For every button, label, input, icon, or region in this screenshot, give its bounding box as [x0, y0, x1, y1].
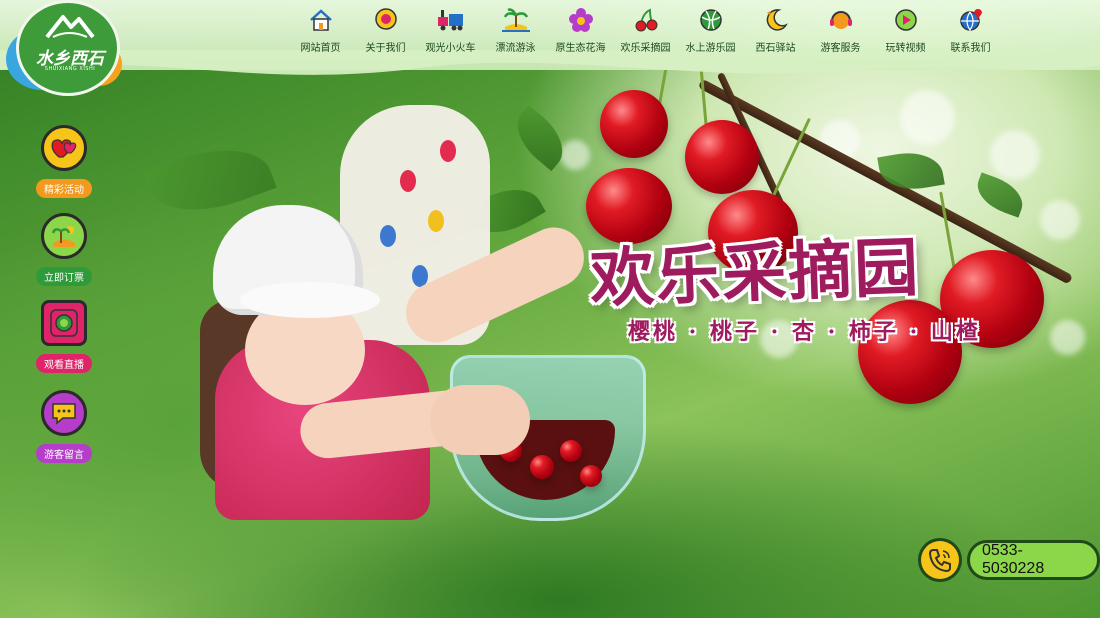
nav-label: 玩转视频 — [885, 43, 926, 54]
ball-icon — [696, 5, 726, 35]
bokeh-light — [990, 130, 1040, 180]
logo-subtext: SHUIXIANG XISHI — [44, 66, 96, 72]
nav-item-waterpark[interactable]: 水上游乐园 — [678, 0, 743, 60]
side-button-label: 精彩活动 — [36, 179, 92, 198]
globe-pin-icon — [956, 5, 986, 35]
phone-number[interactable]: 0533-5030228 — [966, 540, 1100, 580]
nav-item-train[interactable]: 观光小火车 — [418, 0, 483, 60]
dress-dot — [380, 225, 396, 247]
nav-label: 网站首页 — [300, 43, 341, 54]
nav-label: 欢乐采摘园 — [620, 43, 671, 54]
live-camera-icon — [41, 300, 87, 346]
side-button-label: 观看直播 — [36, 354, 92, 373]
train-icon — [436, 5, 466, 35]
bokeh-light — [900, 90, 955, 145]
nav-item-rafting[interactable]: 漂流游泳 — [483, 0, 548, 60]
play-icon — [891, 5, 921, 35]
side-button-label: 游客留言 — [36, 444, 92, 463]
side-button-activities[interactable]: 精彩活动 — [30, 125, 98, 198]
side-button-message[interactable]: 游客留言 — [30, 390, 98, 463]
nav-item-inn[interactable]: 西石驿站 — [743, 0, 808, 60]
moon-icon — [761, 5, 791, 35]
nav-label: 游客服务 — [820, 43, 861, 54]
girl-hat-brim — [240, 282, 380, 318]
nav-item-service[interactable]: 游客服务 — [808, 0, 873, 60]
side-button-tickets[interactable]: 立即订票 — [30, 213, 98, 286]
nav-label: 原生态花海 — [555, 43, 606, 54]
cherry-icon — [631, 5, 661, 35]
nav-item-about[interactable]: 关于我们 — [353, 0, 418, 60]
cherry — [600, 90, 668, 158]
home-icon — [306, 5, 336, 35]
nav-label: 联系我们 — [950, 43, 991, 54]
message-icon — [41, 390, 87, 436]
nav-label: 漂流游泳 — [495, 43, 536, 54]
phone-icon[interactable] — [918, 538, 962, 582]
nav-item-contact[interactable]: 联系我们 — [938, 0, 1003, 60]
nav-item-flowers[interactable]: 原生态花海 — [548, 0, 613, 60]
bokeh-light — [560, 140, 590, 170]
side-button-label: 立即订票 — [36, 267, 92, 286]
nav-label: 观光小火车 — [425, 43, 476, 54]
island-icon — [41, 213, 87, 259]
cherry — [685, 120, 759, 194]
bokeh-light — [1050, 320, 1085, 355]
hero-headline: 欢乐采摘园 — [588, 230, 922, 317]
cherry — [530, 455, 554, 479]
site-logo[interactable]: 水乡西石 SHUIXIANG XISHI — [6, 0, 122, 96]
chat-bubble-icon — [371, 5, 401, 35]
nav-label: 水上游乐园 — [685, 43, 736, 54]
bokeh-light — [1040, 200, 1080, 240]
side-button-live[interactable]: 观看直播 — [30, 300, 98, 373]
palm-island-icon — [501, 5, 531, 35]
cherry — [580, 465, 602, 487]
nav-item-picking[interactable]: 欢乐采摘园 — [613, 0, 678, 60]
hero-subline: 樱桃 · 桃子 · 杏 · 柿子 · 山楂 — [628, 319, 981, 345]
dress-dot — [440, 140, 456, 162]
dress-dot — [400, 170, 416, 192]
nav-item-video[interactable]: 玩转视频 — [873, 0, 938, 60]
phone-contact: 0533-5030228 — [918, 536, 1100, 584]
dress-dot — [428, 210, 444, 232]
hearts-icon — [41, 125, 87, 171]
main-nav: 网站首页 关于我们 观光小火车 漂流游泳 原生态花海 欢乐采摘园 水上游乐园 西… — [288, 0, 1003, 60]
flower-icon — [566, 5, 596, 35]
nav-label: 关于我们 — [365, 43, 406, 54]
nav-item-home[interactable]: 网站首页 — [288, 0, 353, 60]
headset-icon — [826, 5, 856, 35]
girl-hand — [430, 385, 530, 455]
nav-label: 西石驿站 — [755, 43, 796, 54]
hero-background — [0, 0, 1100, 618]
cherry — [560, 440, 582, 462]
